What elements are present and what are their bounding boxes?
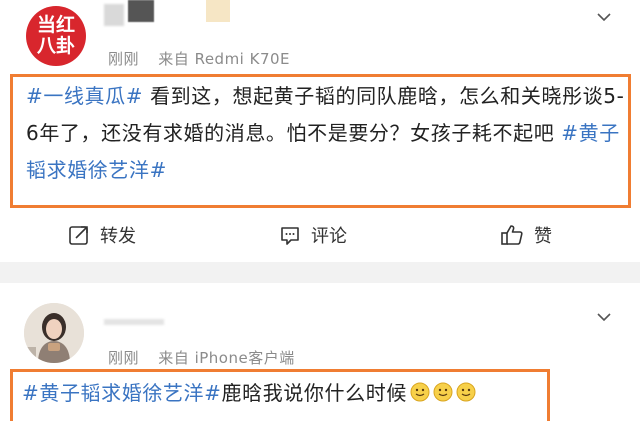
hashtag-link[interactable]: #黄子韬求婚徐艺洋# [22,381,222,405]
avatar-user[interactable] [24,303,84,363]
avatar-danghong-bagua[interactable]: 当红 八卦 [26,6,86,66]
avatar-logo-line1: 当红 [36,14,75,36]
avatar-logo-line2: 八卦 [36,35,75,57]
repost-button[interactable]: 转发 [68,215,136,255]
post-source: 来自 Redmi K70E [158,50,291,68]
comment-button[interactable]: 评论 [279,215,347,255]
post-text: 鹿晗我说你什么时候 [221,381,407,405]
comment-label: 评论 [311,226,347,247]
repost-icon [69,226,88,245]
post-content: #一线真瓜# 看到这，想起黄子韬的同队鹿晗，怎么和关晓彤谈5-6年了，还没有求婚… [26,78,626,189]
weibo-post-1: 当红 八卦 刚刚 来自 Redmi K70E #一线真瓜# 看到这，想起黄子韬的… [0,0,640,262]
chevron-down-icon[interactable] [597,310,611,324]
smile-emoji-icon [410,382,430,402]
post-meta: 刚刚 来自 iPhone客户端 [108,347,295,368]
post-meta: 刚刚 来自 Redmi K70E [108,48,290,69]
blurred-username-part [128,0,154,22]
repost-label: 转发 [100,226,136,247]
blurred-username [104,319,164,325]
like-label: 赞 [534,226,552,247]
post-content: #黄子韬求婚徐艺洋#鹿晗我说你什么时候 [22,375,552,412]
chevron-down-icon[interactable] [597,10,611,24]
like-button[interactable]: 赞 [500,215,552,255]
post-time: 刚刚 [108,349,140,367]
comment-icon [281,227,299,245]
blurred-badge [206,0,230,22]
post-time: 刚刚 [108,50,140,68]
action-bar: 转发 评论 赞 [0,215,640,255]
thumbs-up-icon [501,225,523,245]
smile-emoji-icon [456,382,476,402]
blurred-username [104,4,124,26]
weibo-post-2: 刚刚 来自 iPhone客户端 #黄子韬求婚徐艺洋#鹿晗我说你什么时候 [0,283,640,421]
hashtag-link[interactable]: #一线真瓜# [26,84,143,108]
user-photo [24,303,84,363]
post-source: 来自 iPhone客户端 [158,349,295,367]
smile-emoji-icon [433,382,453,402]
